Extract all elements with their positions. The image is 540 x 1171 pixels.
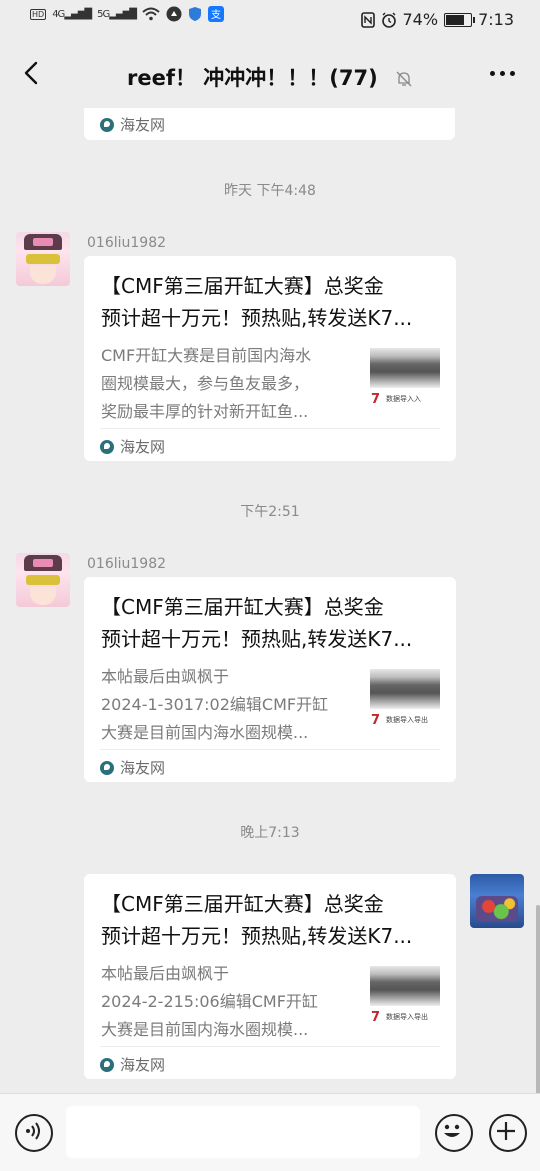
shield-icon <box>188 7 201 21</box>
wifi-icon <box>142 7 160 21</box>
card-title: 【CMF第三届开缸大赛】总奖金 预计超十万元！预热贴,转发送K7... <box>101 892 413 948</box>
svg-text:支: 支 <box>211 9 221 21</box>
clock: 7:13 <box>478 10 514 29</box>
source-name: 海友网 <box>120 1056 166 1074</box>
card-title: 【CMF第三届开缸大赛】总奖金 预计超十万元！预热贴,转发送K7... <box>101 274 413 330</box>
card-description: CMF开缸大赛是目前国内海水 圈规模最大，参与鱼友最多， 奖励最丰厚的针对新开缸… <box>101 346 312 421</box>
app-notification-icon <box>166 6 182 22</box>
chat-title: reef！ 冲冲冲！！！(77) <box>0 62 540 92</box>
status-right: 74% 7:13 <box>360 10 514 29</box>
battery-icon <box>444 12 476 27</box>
card-source: 海友网 <box>100 1054 165 1075</box>
card-source: 海友网 <box>100 757 165 778</box>
alipay-icon: 支 <box>207 6 224 22</box>
divider <box>100 1046 440 1047</box>
source-name: 海友网 <box>120 438 166 456</box>
source-logo-icon <box>100 1057 114 1072</box>
alarm-icon <box>381 12 396 28</box>
card-title: 【CMF第三届开缸大赛】总奖金 预计超十万元！预热贴,转发送K7... <box>101 595 413 651</box>
sender-name: 016liu1982 <box>87 556 167 572</box>
more-options-icon[interactable] <box>488 62 518 86</box>
card-thumbnail: 7 数据导入入 <box>370 348 440 410</box>
card-thumbnail: 7 数据导入导出 <box>370 966 440 1028</box>
message-list[interactable]: 海友网 昨天 下午4:48 016liu1982 【CMF第三届开缸大赛】总奖金… <box>0 108 540 1093</box>
divider <box>100 428 440 429</box>
timestamp: 下午2:51 <box>240 504 300 520</box>
signal-5g: 5G▂▄▆█ <box>97 8 137 20</box>
scrollbar[interactable] <box>536 905 540 1095</box>
chat-title-text: reef！ 冲冲冲！！！(77) <box>126 66 378 90</box>
card-source: 海友网 <box>100 436 165 457</box>
source-logo-icon <box>100 117 114 132</box>
status-indicators: HD 4G▂▄▆█ 5G▂▄▆█ 支 <box>30 6 224 22</box>
avatar[interactable] <box>16 232 70 286</box>
timestamp: 晚上7:13 <box>240 825 300 841</box>
battery-percent: 74% <box>402 10 439 29</box>
link-card[interactable]: 【CMF第三届开缸大赛】总奖金 预计超十万元！预热贴,转发送K7... CMF开… <box>84 256 456 461</box>
source-logo-icon <box>100 439 114 454</box>
sender-name: 016liu1982 <box>87 235 167 251</box>
voice-icon[interactable] <box>15 1114 53 1152</box>
my-avatar[interactable] <box>470 874 524 928</box>
timestamp: 昨天 下午4:48 <box>224 183 316 199</box>
card-description: 本帖最后由飒枫于 2024-2-215:06编辑CMF开缸 大赛是目前国内海水圈… <box>101 964 318 1039</box>
source-logo-icon <box>100 760 114 775</box>
message-input[interactable] <box>66 1106 420 1158</box>
mute-bell-icon <box>396 71 412 87</box>
hd-badge: HD <box>30 8 47 20</box>
source-name: 海友网 <box>120 116 166 134</box>
avatar[interactable] <box>16 553 70 607</box>
status-bar: HD 4G▂▄▆█ 5G▂▄▆█ 支 74% 7:13 <box>0 0 540 40</box>
chat-header: reef！ 冲冲冲！！！(77) <box>0 40 540 108</box>
emoji-icon[interactable] <box>435 1114 473 1152</box>
link-card[interactable]: 【CMF第三届开缸大赛】总奖金 预计超十万元！预热贴,转发送K7... 本帖最后… <box>84 874 456 1079</box>
card-description: 本帖最后由飒枫于 2024-1-3017:02编辑CMF开缸 大赛是目前国内海水… <box>101 667 329 742</box>
divider <box>100 749 440 750</box>
input-bar <box>0 1093 540 1171</box>
link-card[interactable]: 海友网 <box>84 108 455 140</box>
card-thumbnail: 7 数据导入导出 <box>370 669 440 731</box>
card-source: 海友网 <box>100 114 165 135</box>
link-card[interactable]: 【CMF第三届开缸大赛】总奖金 预计超十万元！预热贴,转发送K7... 本帖最后… <box>84 577 456 782</box>
signal-4g: 4G▂▄▆█ <box>52 8 92 20</box>
nfc-icon <box>360 11 375 28</box>
plus-icon[interactable] <box>489 1114 527 1152</box>
source-name: 海友网 <box>120 759 166 777</box>
